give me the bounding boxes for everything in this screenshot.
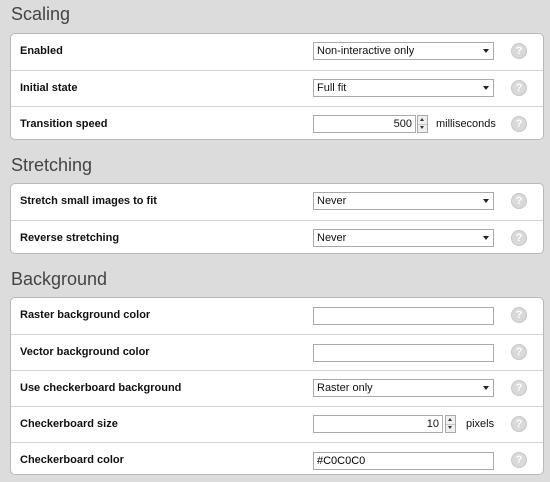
setting-label: Stretch small images to fit (20, 195, 157, 207)
transition-speed-spinner[interactable] (417, 115, 428, 133)
setting-row-raster-color: Raster background color ? (11, 298, 543, 334)
initial-state-select[interactable]: Full fit (313, 79, 494, 97)
section-title-scaling: Scaling (11, 4, 71, 24)
setting-row-enabled: Enabled Non-interactive only ? (11, 34, 543, 70)
setting-label: Vector background color (20, 346, 150, 358)
help-icon[interactable]: ? (511, 380, 527, 396)
chevron-down-icon (483, 386, 489, 390)
chevron-down-icon (483, 236, 489, 240)
help-icon[interactable]: ? (511, 452, 527, 468)
setting-row-vector-color: Vector background color ? (11, 334, 543, 370)
checkerboard-color-field[interactable] (313, 452, 494, 470)
number-value: 500 (393, 118, 412, 130)
help-icon[interactable]: ? (511, 193, 527, 209)
checkerboard-size-input[interactable]: 10 (313, 415, 443, 433)
setting-label: Use checkerboard background (20, 382, 182, 394)
help-icon[interactable]: ? (511, 43, 527, 59)
checkerboard-size-spinner[interactable] (445, 415, 456, 433)
help-icon[interactable]: ? (511, 416, 527, 432)
setting-row-checkerboard-size: Checkerboard size 10 pixels ? (11, 406, 543, 442)
setting-row-transition-speed: Transition speed 500 milliseconds ? (11, 106, 543, 142)
stretch-small-select[interactable]: Never (313, 192, 494, 210)
chevron-down-icon (483, 49, 489, 53)
setting-row-use-checkerboard: Use checkerboard background Raster only … (11, 370, 543, 406)
spinner-down-icon[interactable] (446, 424, 455, 432)
enabled-select[interactable]: Non-interactive only (313, 42, 494, 60)
chevron-down-icon (483, 86, 489, 90)
select-value: Raster only (317, 382, 373, 394)
select-value: Non-interactive only (317, 45, 415, 57)
help-icon[interactable]: ? (511, 116, 527, 132)
help-icon[interactable]: ? (511, 307, 527, 323)
raster-color-field[interactable] (313, 307, 494, 325)
reverse-stretching-select[interactable]: Never (313, 229, 494, 247)
setting-label: Initial state (20, 82, 78, 94)
section-title-background: Background (11, 269, 108, 289)
background-panel: Raster background color ? Vector backgro… (10, 297, 544, 475)
setting-label: Transition speed (20, 118, 108, 130)
select-value: Never (317, 195, 347, 207)
setting-row-checkerboard-color: Checkerboard color ? (11, 442, 543, 478)
setting-label: Checkerboard color (20, 454, 124, 466)
setting-label: Enabled (20, 45, 63, 57)
unit-label: pixels (466, 418, 495, 430)
select-value: Never (317, 232, 347, 244)
help-icon[interactable]: ? (511, 230, 527, 246)
transition-speed-input[interactable]: 500 (313, 115, 416, 133)
setting-row-stretch-small: Stretch small images to fit Never ? (11, 184, 543, 220)
spinner-down-icon[interactable] (418, 124, 427, 132)
number-value: 10 (426, 418, 439, 430)
help-icon[interactable]: ? (511, 80, 527, 96)
select-value: Full fit (317, 82, 347, 94)
setting-label: Checkerboard size (20, 418, 118, 430)
setting-row-reverse-stretching: Reverse stretching Never ? (11, 220, 543, 256)
chevron-down-icon (483, 199, 489, 203)
vector-color-field[interactable] (313, 344, 494, 362)
setting-row-initial-state: Initial state Full fit ? (11, 70, 543, 106)
help-icon[interactable]: ? (511, 344, 527, 360)
section-title-stretching: Stretching (11, 155, 93, 175)
use-checkerboard-select[interactable]: Raster only (313, 379, 494, 397)
unit-label: milliseconds (436, 118, 496, 130)
scaling-panel: Enabled Non-interactive only ? Initial s… (10, 33, 544, 140)
setting-label: Raster background color (20, 309, 151, 321)
setting-label: Reverse stretching (20, 232, 120, 244)
stretching-panel: Stretch small images to fit Never ? Reve… (10, 183, 544, 254)
